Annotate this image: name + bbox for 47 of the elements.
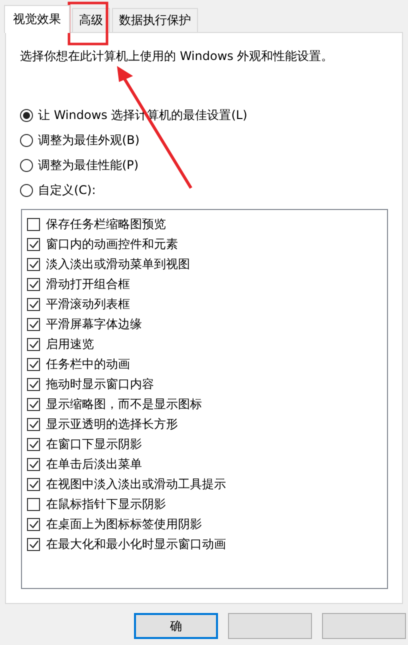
checkbox[interactable] bbox=[27, 438, 40, 450]
checkbox[interactable] bbox=[27, 418, 40, 430]
checkbox[interactable] bbox=[27, 358, 40, 370]
checkbox-label[interactable]: 拖动时显示窗口内容 bbox=[46, 376, 154, 392]
checkbox[interactable] bbox=[27, 218, 40, 230]
checkbox-label[interactable]: 在最大化和最小化时显示窗口动画 bbox=[46, 536, 226, 552]
radio-label[interactable]: 调整为最佳性能(P) bbox=[38, 157, 139, 174]
radio-button[interactable] bbox=[20, 184, 33, 197]
checkbox[interactable] bbox=[27, 338, 40, 350]
checkbox[interactable] bbox=[27, 518, 40, 530]
highlight-box bbox=[68, 2, 108, 46]
checkbox-label[interactable]: 显示缩略图，而不是显示图标 bbox=[46, 396, 202, 412]
dialog-button[interactable]: 确 bbox=[134, 613, 218, 639]
checkbox[interactable] bbox=[27, 378, 40, 390]
checkbox-label[interactable]: 淡入淡出或滑动菜单到视图 bbox=[46, 256, 190, 272]
checkbox-label[interactable]: 保存任务栏缩略图预览 bbox=[46, 216, 166, 232]
checkbox[interactable] bbox=[27, 298, 40, 310]
checkbox[interactable] bbox=[27, 458, 40, 470]
radio-button[interactable] bbox=[20, 134, 33, 147]
checkbox[interactable] bbox=[27, 538, 40, 550]
radio-button[interactable] bbox=[20, 159, 33, 172]
checkbox[interactable] bbox=[27, 318, 40, 330]
checkbox[interactable] bbox=[27, 258, 40, 270]
checkbox-label[interactable]: 启用速览 bbox=[46, 336, 94, 352]
checkbox-label[interactable]: 在鼠标指针下显示阴影 bbox=[46, 496, 166, 512]
checkbox-label[interactable]: 任务栏中的动画 bbox=[46, 356, 130, 372]
checkbox-label[interactable]: 滑动打开组合框 bbox=[46, 276, 130, 292]
radio-button[interactable] bbox=[20, 109, 33, 122]
checkbox-label[interactable]: 在单击后淡出菜单 bbox=[46, 456, 142, 472]
checkbox[interactable] bbox=[27, 498, 40, 510]
checkbox[interactable] bbox=[27, 398, 40, 410]
checkbox-label[interactable]: 显示亚透明的选择长方形 bbox=[46, 416, 178, 432]
radio-label[interactable]: 调整为最佳外观(B) bbox=[38, 132, 140, 149]
checkbox-label[interactable]: 在窗口下显示阴影 bbox=[46, 436, 142, 452]
radio-label[interactable]: 自定义(C): bbox=[38, 182, 96, 199]
checkbox-label[interactable]: 平滑滚动列表框 bbox=[46, 296, 130, 312]
checkbox[interactable] bbox=[27, 478, 40, 490]
checkbox-label[interactable]: 窗口内的动画控件和元素 bbox=[46, 236, 178, 252]
checkbox-label[interactable]: 平滑屏幕字体边缘 bbox=[46, 316, 142, 332]
tab[interactable]: 高级 bbox=[72, 8, 110, 32]
checkbox-label[interactable]: 在桌面上为图标标签使用阴影 bbox=[46, 516, 202, 532]
checkbox-label[interactable]: 在视图中淡入淡出或滑动工具提示 bbox=[46, 476, 226, 492]
checkbox[interactable] bbox=[27, 238, 40, 250]
tab[interactable]: 数据执行保护 bbox=[112, 8, 198, 32]
description-text: 选择你想在此计算机上使用的 Windows 外观和性能设置。 bbox=[20, 48, 334, 65]
checkbox[interactable] bbox=[27, 278, 40, 290]
tab[interactable]: 视觉效果 bbox=[4, 5, 70, 33]
